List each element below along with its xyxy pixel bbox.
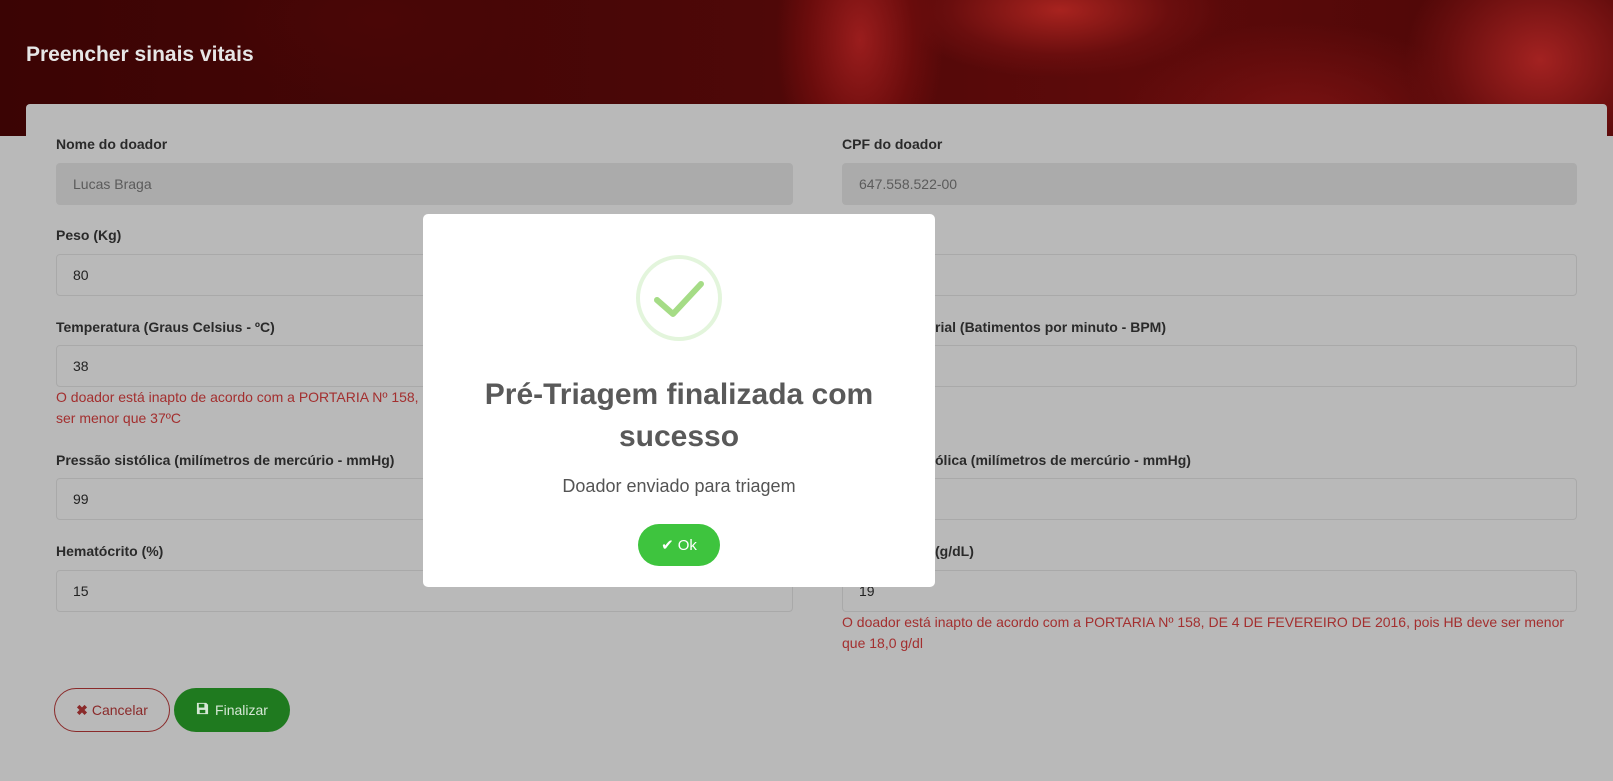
modal-title-line-2: sucesso	[618, 420, 740, 453]
modal-title-line-1: Pré-Triagem finalizada com	[484, 378, 874, 411]
ok-button-label: Ok	[677, 536, 697, 554]
success-check-icon	[635, 254, 723, 342]
modal-message: Doador enviado para triagem	[562, 476, 796, 496]
success-dialog: Pré-Triagem finalizada com sucesso Doado…	[423, 214, 935, 587]
ok-button[interactable]: ✔ Ok	[638, 524, 720, 566]
check-icon: ✔	[661, 537, 674, 554]
modal-title: Pré-Triagem finalizada com sucesso	[423, 374, 935, 458]
